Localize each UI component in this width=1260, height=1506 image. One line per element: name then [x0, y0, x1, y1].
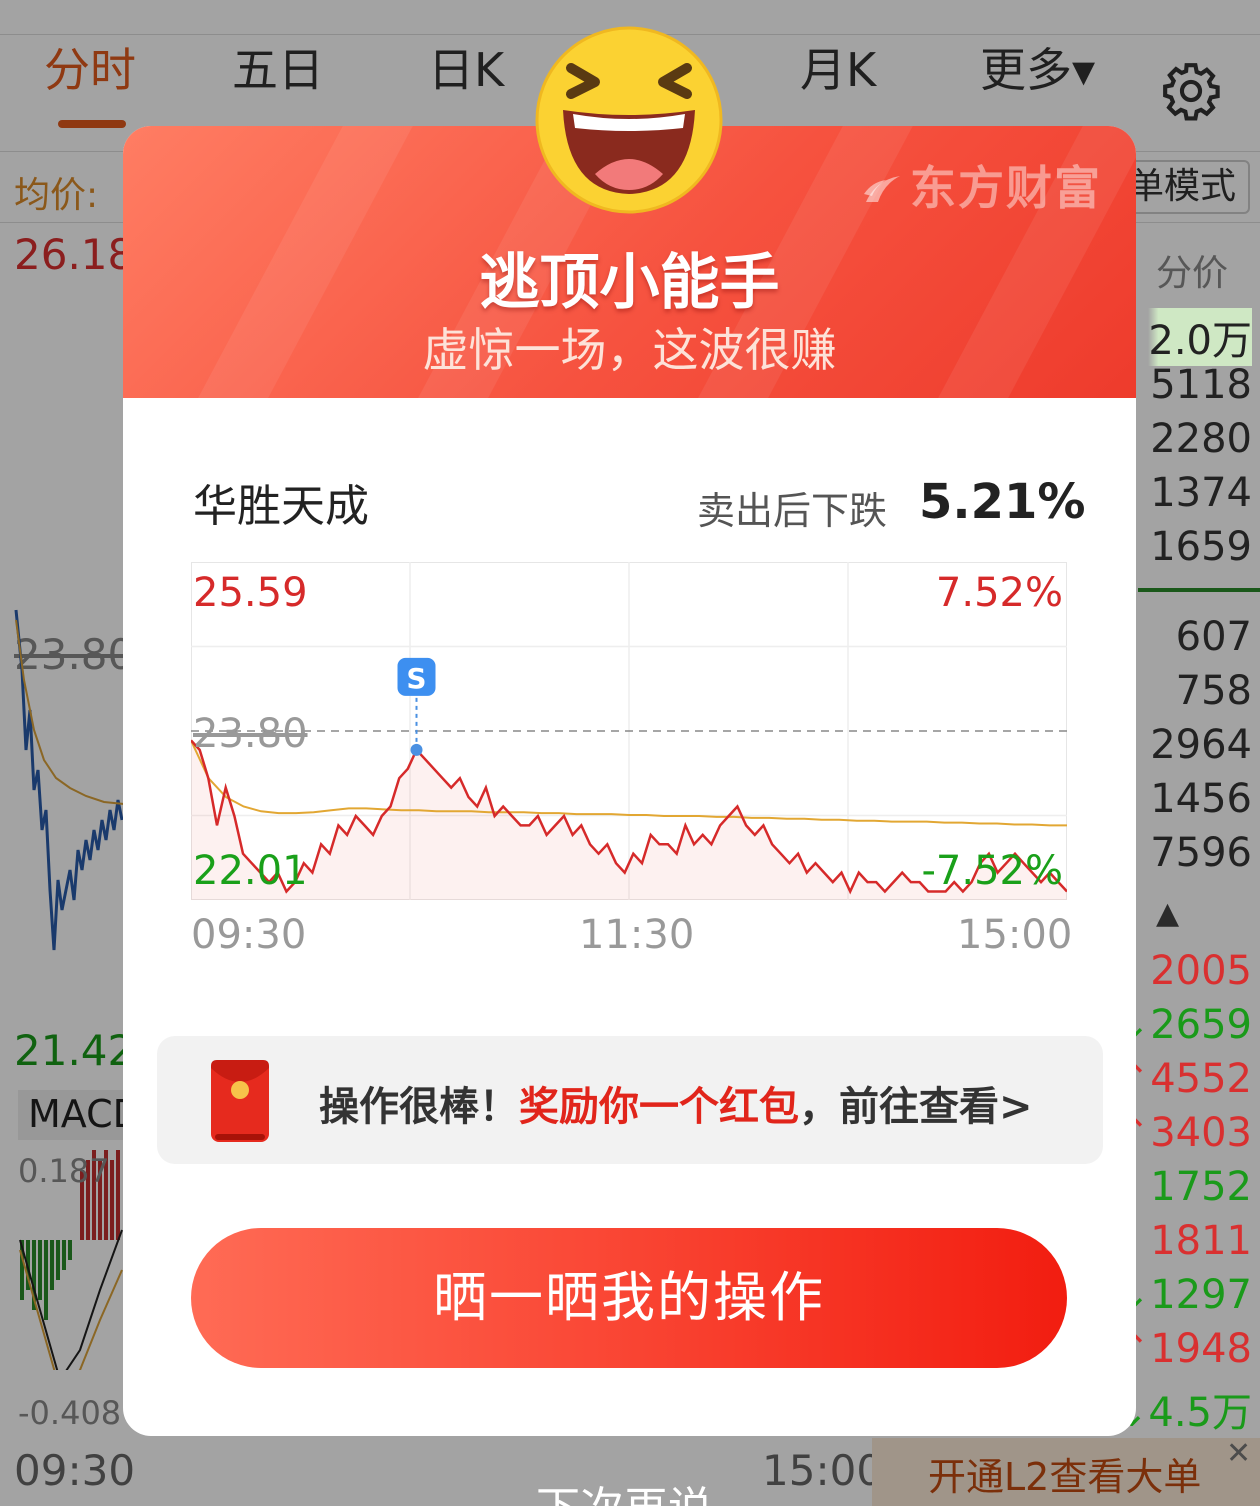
price-distribution-row: 5118: [1150, 362, 1252, 408]
price-distribution-row: 2964: [1150, 722, 1252, 768]
reward-text[interactable]: 操作很棒！奖励你一个红包，前往查看>: [319, 1074, 1033, 1132]
reward-text-prefix: 操作很棒！: [319, 1084, 519, 1130]
drop-after-sell-value: 5.21%: [919, 474, 1086, 530]
stock-name: 华胜天成: [193, 481, 369, 532]
y-label-reference: 23.80: [193, 711, 308, 757]
tick-trade-row: ↑4552: [1116, 1056, 1252, 1102]
x-tick-label: 11:30: [579, 912, 695, 958]
dismiss-link[interactable]: 下次再说: [536, 1472, 712, 1506]
brand-logo: 东方财富: [862, 152, 1102, 218]
achievement-popup: 东方财富 逃顶小能手 虚惊一场，这波很赚 华胜天成 卖出后下跌 5.21% S …: [123, 126, 1136, 1436]
sell-marker-dot: [410, 743, 423, 756]
price-distribution-row: 1374: [1150, 470, 1252, 516]
tick-trade-row: ↑1948: [1116, 1326, 1252, 1372]
laughing-face-icon: [535, 26, 723, 214]
tick-trade-row: ↓1297: [1116, 1272, 1252, 1318]
popup-subtitle: 虚惊一场，这波很赚: [422, 323, 837, 377]
drop-after-sell-label: 卖出后下跌: [697, 489, 888, 533]
reward-text-highlight: 奖励你一个红包: [519, 1084, 799, 1130]
brand-name: 东方财富: [910, 161, 1102, 215]
red-envelope-icon: [211, 1060, 269, 1142]
tick-trade-row: 1811: [1150, 1218, 1252, 1264]
tick-trade-row: ↓2659: [1116, 1002, 1252, 1048]
x-tick-label: 09:30: [191, 912, 307, 958]
reward-text-link[interactable]: ，前往查看>: [799, 1084, 1033, 1130]
x-tick-label: 15:00: [957, 912, 1073, 958]
tick-trade-row: 1752: [1150, 1164, 1252, 1210]
price-distribution-row: 2280: [1150, 416, 1252, 462]
pct-label-high: 7.52%: [936, 570, 1063, 616]
y-label-high: 25.59: [193, 570, 308, 616]
tick-trade-row: 2005: [1150, 948, 1252, 994]
price-distribution-row: 1659: [1150, 524, 1252, 570]
brand-logo-icon: [864, 176, 900, 202]
intraday-mini-chart: S 25.59 23.80 22.01 7.52% -7.52%: [191, 562, 1067, 900]
share-my-trade-button[interactable]: 晒一晒我的操作: [191, 1228, 1067, 1368]
popup-title: 逃顶小能手: [479, 248, 780, 318]
tick-trade-row: ↑3403: [1116, 1110, 1252, 1156]
price-distribution-row: 607: [1175, 614, 1252, 660]
price-distribution-row: 7596: [1150, 830, 1252, 876]
sell-marker-label: S: [406, 662, 426, 695]
red-packet-reward-banner[interactable]: 操作很棒！奖励你一个红包，前往查看>: [157, 1036, 1103, 1164]
price-distribution-row: 758: [1175, 668, 1252, 714]
y-label-low: 22.01: [193, 848, 308, 894]
price-distribution-row: 1456: [1150, 776, 1252, 822]
pct-label-low: -7.52%: [921, 848, 1063, 894]
price-distribution-row: 2.0万: [1148, 308, 1252, 366]
